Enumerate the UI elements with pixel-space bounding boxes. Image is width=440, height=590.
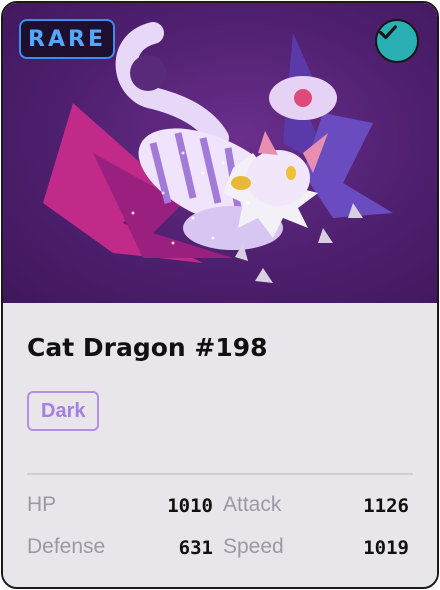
stat-label-attack: Attack: [223, 493, 282, 516]
stat-label-defense: Defense: [27, 535, 106, 558]
card-artwork: RARE: [3, 3, 437, 303]
type-badge: Dark: [27, 391, 100, 431]
wing-shape: [303, 113, 393, 218]
divider: [27, 473, 413, 475]
paw-pad: [294, 89, 312, 107]
claw-shape: [231, 176, 251, 190]
verified-badge: [375, 19, 419, 63]
eye-shape: [286, 166, 296, 180]
head-shape: [246, 150, 310, 206]
stat-label-speed: Speed: [223, 535, 284, 558]
nft-card[interactable]: RARE Cat Dragon #198 Dark HP 1010 Attack…: [1, 1, 439, 589]
stat-value-attack: 1126: [363, 495, 409, 517]
stat-label-hp: HP: [27, 493, 57, 516]
stat-value-speed: 1019: [363, 537, 409, 559]
checkmark-icon: [379, 25, 397, 40]
tail-curl: [130, 55, 166, 91]
stat-value-defense: 631: [178, 537, 213, 559]
card-title: Cat Dragon #198: [27, 333, 268, 362]
stat-value-hp: 1010: [167, 495, 213, 517]
card-details: Cat Dragon #198 Dark HP 1010 Attack 1126…: [3, 303, 437, 587]
ear-shape: [258, 131, 278, 155]
rarity-badge: RARE: [19, 19, 115, 59]
